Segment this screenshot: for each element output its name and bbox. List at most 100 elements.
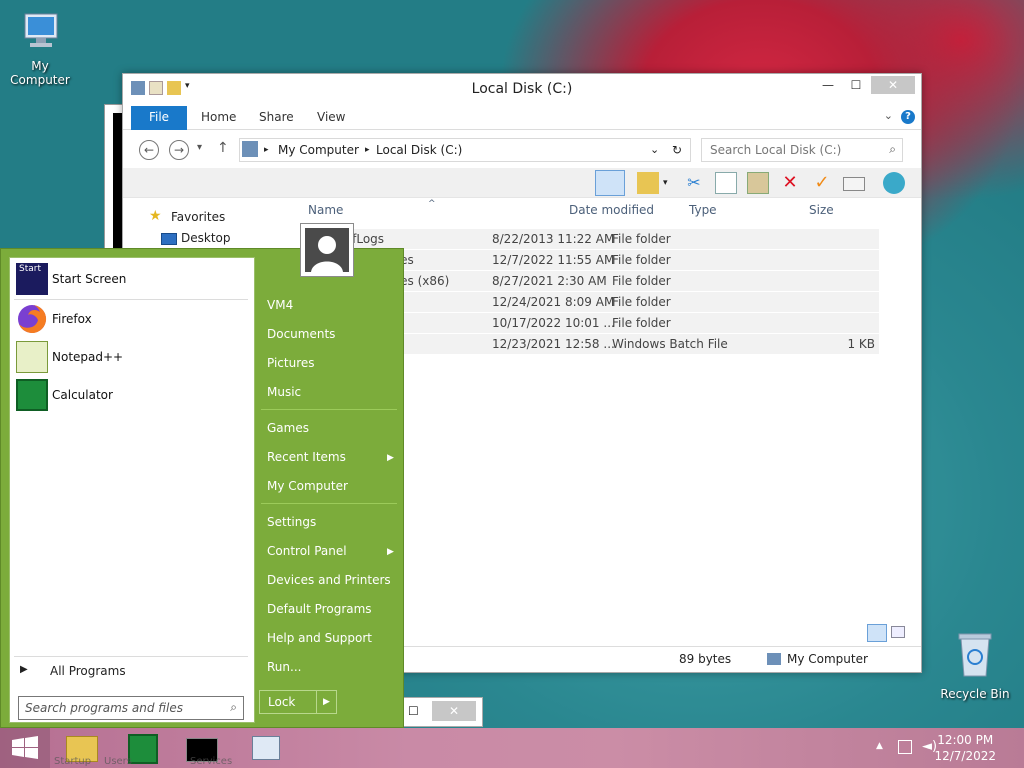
show-hidden-icons-chevron-icon[interactable]: ▲ [876, 741, 883, 751]
tab-view[interactable]: View [317, 106, 345, 130]
address-bar[interactable]: ▸ My Computer ▸ Local Disk (C:) ⌄ ↻ [239, 138, 691, 162]
notepad-plus-plus-icon [16, 341, 48, 373]
start-search-input[interactable]: Search programs and files ⌕ [18, 696, 244, 720]
table-row[interactable]: Users12/24/2021 8:09 AMFile folder [309, 292, 879, 313]
network-icon[interactable] [898, 740, 912, 754]
expand-ribbon-icon[interactable]: ⌄ [884, 109, 893, 122]
copy-icon[interactable] [715, 172, 737, 194]
start-devices-printers[interactable]: Devices and Printers [267, 573, 391, 587]
breadcrumb-separator-icon: ▸ [365, 145, 370, 155]
column-date-modified[interactable]: Date modified [569, 198, 654, 222]
window-title: Local Disk (C:) [471, 81, 573, 97]
recycle-bin-icon [935, 630, 1015, 683]
breadcrumb-my-computer[interactable]: My Computer [278, 143, 359, 157]
start-menu-programs-pane: Start Start Screen Firefox Notepad++ Cal… [9, 257, 255, 723]
program-calculator[interactable]: Calculator [16, 378, 113, 412]
my-computer-label: My Computer [10, 59, 70, 87]
status-size: 89 bytes [679, 652, 732, 666]
tab-share[interactable]: Share [259, 106, 294, 130]
forward-button[interactable]: → [169, 140, 189, 160]
preview-pane-icon[interactable] [595, 170, 625, 196]
computer-small-icon [767, 653, 781, 665]
taskbar: Startup Users Services ▲ ◄) 12:00 PM 12/… [0, 728, 1024, 768]
maximize-button[interactable]: ☐ [408, 704, 419, 718]
background-window-controls[interactable]: ☐ ✕ [395, 697, 483, 727]
column-size[interactable]: Size [809, 198, 834, 222]
table-row[interactable]: PerfLogs 8/22/2013 11:22 AM File folder [309, 229, 879, 250]
program-firefox[interactable]: Firefox [16, 302, 92, 336]
table-row[interactable]: Windows10/17/2022 10:01 ...File folder [309, 313, 879, 334]
start-button[interactable] [0, 728, 50, 768]
desktop-icon [161, 233, 177, 245]
file-list: PerfLogs8/22/2013 11:22 AMFile folderPro… [309, 229, 879, 355]
computer-icon [0, 10, 80, 55]
start-screen-icon-text: Start [19, 264, 41, 274]
minimize-button[interactable]: — [815, 76, 841, 94]
file-date: 12/23/2021 12:58 ... [492, 337, 615, 351]
start-recent-items[interactable]: Recent Items [267, 450, 346, 464]
program-notepad-plus-plus[interactable]: Notepad++ [16, 340, 123, 374]
cut-icon[interactable]: ✂ [683, 172, 705, 194]
my-computer-desktop-icon[interactable]: My Computer [0, 10, 80, 87]
start-help-support[interactable]: Help and Support [267, 631, 372, 645]
all-programs-link[interactable]: All Programs [50, 664, 126, 678]
taskbar-resource-monitor[interactable] [240, 730, 290, 768]
start-games[interactable]: Games [267, 421, 309, 435]
start-menu[interactable]: Start Start Screen Firefox Notepad++ Cal… [0, 248, 404, 728]
file-type: File folder [612, 232, 671, 246]
program-label: Calculator [52, 388, 113, 402]
monitor-icon [252, 736, 280, 760]
window-controls: — ☐ ✕ [815, 76, 915, 94]
nav-desktop[interactable]: Desktop [181, 231, 231, 245]
search-placeholder: Search Local Disk (C:) [710, 143, 842, 157]
start-default-programs[interactable]: Default Programs [267, 602, 372, 616]
close-button[interactable]: ✕ [871, 76, 915, 94]
address-dropdown-icon[interactable]: ⌄ [650, 143, 659, 156]
chevron-down-icon[interactable]: ▾ [663, 172, 673, 194]
nav-favorites[interactable]: Favorites [171, 210, 225, 224]
lock-button[interactable]: Lock ▶ [259, 690, 337, 714]
system-clock[interactable]: 12:00 PM 12/7/2022 [934, 732, 996, 764]
file-date: 8/27/2021 2:30 AM [492, 274, 607, 288]
maximize-button[interactable]: ☐ [843, 76, 869, 94]
recent-locations-chevron-icon[interactable]: ▾ [197, 142, 202, 153]
program-start-screen[interactable]: Start Start Screen [16, 262, 126, 296]
start-screen-icon: Start [16, 263, 48, 295]
table-row[interactable]: Program Files (x86)8/27/2021 2:30 AMFile… [309, 271, 879, 292]
search-input[interactable]: Search Local Disk (C:) ⌕ [701, 138, 903, 162]
start-settings[interactable]: Settings [267, 515, 316, 529]
power-options-arrow-icon[interactable]: ▶ [316, 691, 336, 713]
properties-folder-icon[interactable] [637, 172, 659, 194]
back-button[interactable]: ← [139, 140, 159, 160]
globe-icon[interactable] [883, 172, 905, 194]
table-row[interactable]: Startup12/23/2021 12:58 ...Windows Batch… [309, 334, 879, 355]
delete-icon[interactable]: ✕ [779, 172, 801, 194]
paste-icon[interactable] [747, 172, 769, 194]
help-icon[interactable]: ? [901, 110, 915, 124]
table-row[interactable]: Program Files12/7/2022 11:55 AMFile fold… [309, 250, 879, 271]
recycle-bin-desktop-icon[interactable]: Recycle Bin [935, 630, 1015, 701]
start-user-vm4[interactable]: VM4 [267, 298, 293, 312]
tab-file[interactable]: File [131, 106, 187, 130]
start-pictures[interactable]: Pictures [267, 356, 315, 370]
divider [261, 503, 397, 504]
close-button[interactable]: ✕ [432, 701, 476, 721]
up-arrow-icon[interactable]: ↑ [217, 140, 229, 156]
details-view-icon[interactable] [867, 624, 887, 642]
start-documents[interactable]: Documents [267, 327, 335, 341]
large-icons-view-icon[interactable] [891, 626, 905, 638]
divider [261, 409, 397, 410]
user-avatar[interactable] [300, 223, 354, 277]
start-run[interactable]: Run... [267, 660, 301, 674]
start-music[interactable]: Music [267, 385, 301, 399]
title-bar[interactable]: ▾ Local Disk (C:) — ☐ ✕ [123, 74, 921, 104]
rename-icon[interactable] [843, 177, 865, 191]
tab-home[interactable]: Home [201, 106, 236, 130]
checkmark-icon[interactable]: ✓ [811, 172, 833, 194]
refresh-icon[interactable]: ↻ [672, 143, 682, 157]
start-my-computer[interactable]: My Computer [267, 479, 348, 493]
column-type[interactable]: Type [689, 198, 717, 222]
start-control-panel[interactable]: Control Panel [267, 544, 347, 558]
column-name[interactable]: Name [308, 198, 343, 222]
breadcrumb-local-disk[interactable]: Local Disk (C:) [376, 143, 462, 157]
